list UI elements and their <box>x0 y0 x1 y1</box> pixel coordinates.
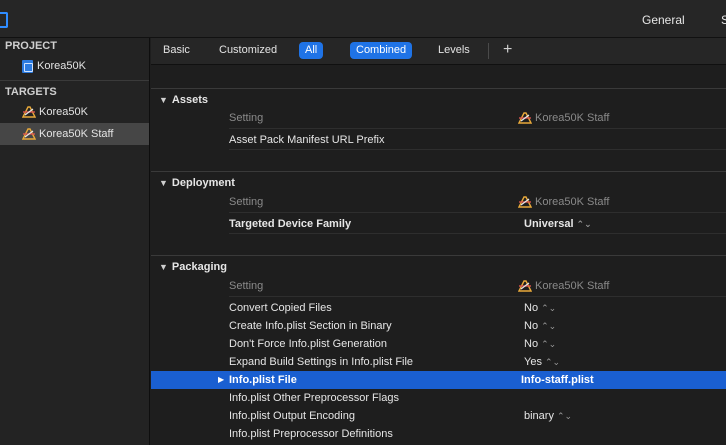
setting-column-label: Setting <box>229 112 264 124</box>
setting-value-popup[interactable]: binary ⌃⌄ <box>524 407 572 425</box>
section-title: Packaging <box>171 261 227 273</box>
target-name: Korea50K Staff <box>535 112 610 124</box>
column-header-row: Setting Korea50K Staff <box>151 193 726 211</box>
targets-header: TARGETS <box>5 86 57 98</box>
target-name: Korea50K Staff <box>535 196 610 208</box>
setting-row[interactable]: Don't Force Info.plist Generation No ⌃⌄ <box>151 335 726 353</box>
setting-name: Convert Copied Files <box>229 302 332 314</box>
setting-value-popup[interactable]: No ⌃⌄ <box>524 317 556 335</box>
tab-general[interactable]: General <box>642 13 685 27</box>
setting-value-popup[interactable]: No ⌃⌄ <box>524 335 556 353</box>
project-header: PROJECT <box>5 40 57 52</box>
setting-name: Targeted Device Family <box>229 218 352 230</box>
divider <box>229 128 726 129</box>
stepper-icon: ⌃⌄ <box>556 411 573 421</box>
setting-name: Asset Pack Manifest URL Prefix <box>229 134 385 146</box>
sidebar-toggle-icon[interactable] <box>0 12 8 28</box>
stepper-icon: ⌃⌄ <box>541 321 557 331</box>
project-navigator: PROJECT Korea50K TARGETS Korea50K Korea5… <box>0 38 150 445</box>
section-header-packaging[interactable]: ▼ Packaging <box>151 255 726 277</box>
setting-column-label: Setting <box>229 196 264 208</box>
divider <box>229 212 726 213</box>
editor-tab-bar: General S <box>0 0 726 38</box>
divider <box>0 80 149 81</box>
view-combined-button[interactable]: Combined <box>350 42 413 59</box>
build-settings-list: ▼ Assets Setting Korea50K Staff Asset Pac… <box>151 65 726 445</box>
sidebar-item-label: Korea50K <box>37 60 86 72</box>
sidebar-item-project[interactable]: Korea50K <box>0 55 149 77</box>
filter-customized-button[interactable]: Customized <box>213 42 283 59</box>
setting-row[interactable]: Info.plist Preprocessor Definitions <box>151 425 726 443</box>
section-header-assets[interactable]: ▼ Assets <box>151 88 726 110</box>
setting-name: Info.plist Output Encoding <box>229 410 355 422</box>
setting-value: No <box>524 320 539 332</box>
setting-name: Create Info.plist Section in Binary <box>229 320 392 332</box>
setting-value: Yes <box>524 356 542 368</box>
column-header-row: Setting Korea50K Staff <box>151 277 726 295</box>
setting-row[interactable]: Create Info.plist Section in Binary No ⌃⌄ <box>151 317 726 335</box>
setting-row[interactable]: Expand Build Settings in Info.plist File… <box>151 353 726 371</box>
target-column-label: Korea50K Staff <box>518 109 609 127</box>
setting-name: Don't Force Info.plist Generation <box>229 338 388 350</box>
setting-row[interactable]: Asset Pack Manifest URL Prefix <box>151 131 726 149</box>
setting-row[interactable]: Convert Copied Files No ⌃⌄ <box>151 299 726 317</box>
target-app-icon <box>518 112 532 124</box>
sidebar-item-label: Korea50K Staff <box>39 128 114 140</box>
target-column-label: Korea50K Staff <box>518 277 609 295</box>
project-icon <box>22 59 33 73</box>
disclosure-triangle-icon[interactable]: ▼ <box>159 89 168 111</box>
disclosure-triangle-icon[interactable]: ▼ <box>159 172 168 194</box>
target-app-icon <box>22 128 36 140</box>
filter-all-button[interactable]: All <box>299 42 324 59</box>
setting-name: Info.plist Preprocessor Definitions <box>229 428 393 440</box>
setting-value-popup[interactable]: No ⌃⌄ <box>524 299 556 317</box>
target-column-label: Korea50K Staff <box>518 193 609 211</box>
add-setting-button[interactable]: + <box>503 41 512 59</box>
stepper-icon: ⌃⌄ <box>541 339 557 349</box>
column-header-row: Setting Korea50K Staff <box>151 109 726 127</box>
setting-row[interactable]: Targeted Device Family Universal ⌃⌄ <box>151 215 726 233</box>
filter-basic-button[interactable]: Basic <box>157 42 196 59</box>
sidebar-item-target[interactable]: Korea50K <box>0 101 149 123</box>
sidebar-item-label: Korea50K <box>39 106 88 118</box>
divider <box>229 149 726 150</box>
setting-value-popup[interactable]: Yes ⌃⌄ <box>524 353 560 371</box>
stepper-icon: ⌃⌄ <box>576 219 592 229</box>
setting-row[interactable]: Info.plist Output Encoding binary ⌃⌄ <box>151 407 726 425</box>
divider <box>488 43 489 59</box>
setting-name: Info.plist File <box>229 374 297 386</box>
section-title: Assets <box>171 94 208 106</box>
tab-signing[interactable]: S <box>721 13 726 27</box>
setting-name: Info.plist Other Preprocessor Flags <box>229 392 399 404</box>
setting-value: No <box>524 302 539 314</box>
setting-value[interactable]: Info-staff.plist <box>521 371 594 389</box>
target-name: Korea50K Staff <box>535 280 610 292</box>
target-app-icon <box>22 106 36 118</box>
sidebar-item-target-staff[interactable]: Korea50K Staff <box>0 123 149 145</box>
target-app-icon <box>518 196 532 208</box>
disclosure-triangle-icon[interactable]: ▼ <box>159 256 168 278</box>
setting-value: Universal <box>524 218 574 230</box>
divider <box>229 233 726 234</box>
setting-value: No <box>524 338 539 350</box>
setting-name: Expand Build Settings in Info.plist File <box>229 356 414 368</box>
stepper-icon: ⌃⌄ <box>541 303 557 313</box>
divider <box>229 296 726 297</box>
build-settings-filter-bar: Basic Customized All Combined Levels + <box>151 38 726 65</box>
target-app-icon <box>518 280 532 292</box>
setting-value-popup[interactable]: Universal ⌃⌄ <box>524 215 592 233</box>
setting-row-selected[interactable]: ▶ Info.plist File Info-staff.plist <box>151 371 726 389</box>
stepper-icon: ⌃⌄ <box>544 357 561 367</box>
setting-column-label: Setting <box>229 280 264 292</box>
section-header-deployment[interactable]: ▼ Deployment <box>151 171 726 193</box>
view-levels-button[interactable]: Levels <box>432 42 476 59</box>
setting-row[interactable]: Info.plist Other Preprocessor Flags <box>151 389 726 407</box>
section-title: Deployment <box>171 177 235 189</box>
disclosure-triangle-icon[interactable]: ▶ <box>218 371 224 389</box>
setting-value: binary <box>524 410 554 422</box>
